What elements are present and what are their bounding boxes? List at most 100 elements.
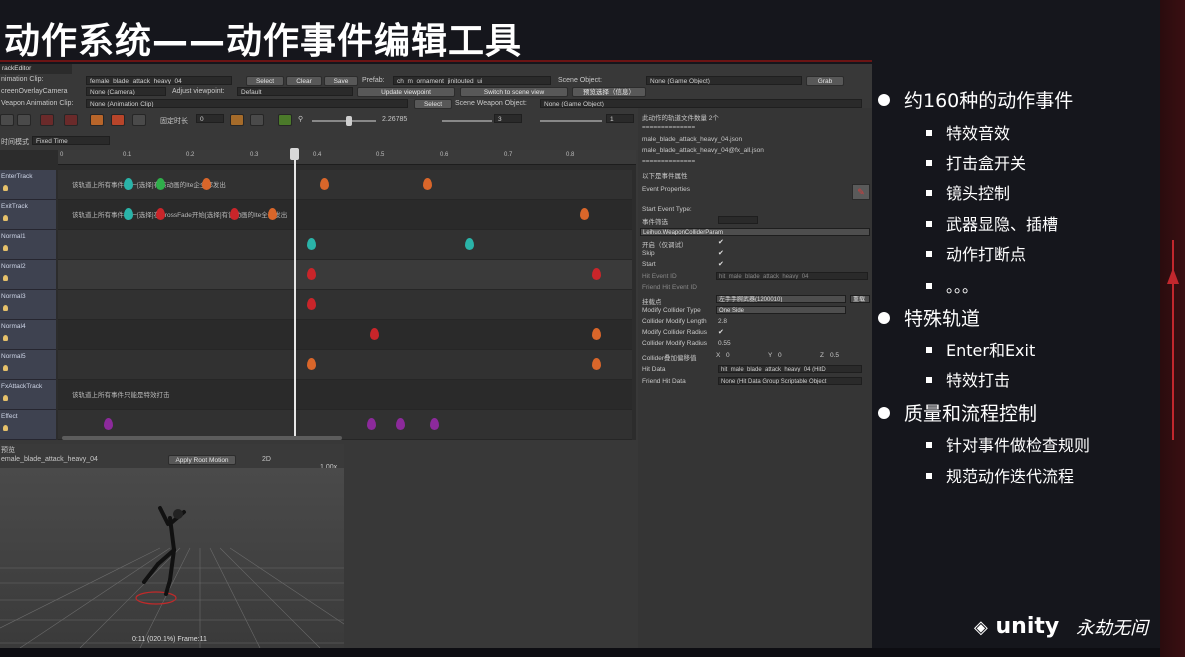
track-label-enter[interactable]: EnterTrack	[0, 170, 56, 200]
playhead[interactable]	[294, 148, 296, 438]
save-button[interactable]: Save	[324, 76, 358, 86]
play-btn[interactable]	[90, 114, 104, 126]
bulb-icon[interactable]	[3, 395, 8, 401]
warning-btn[interactable]	[230, 114, 244, 126]
track-normal2[interactable]	[58, 260, 632, 290]
event-type-select[interactable]: Leihuo.WeaponColliderParam	[640, 228, 870, 236]
timeline-area[interactable]: 0 0.1 0.2 0.3 0.4 0.5 0.6 0.7 0.8 EnterT…	[0, 150, 636, 440]
zoom-slider-handle[interactable]	[346, 116, 352, 126]
bulb-icon[interactable]	[3, 335, 8, 341]
adjust-viewpoint-select[interactable]: Default	[237, 87, 353, 96]
weapon-clip-field[interactable]: None (Animation Clip)	[86, 99, 408, 108]
event-marker[interactable]	[202, 178, 211, 190]
horizontal-scrollbar[interactable]	[62, 436, 342, 440]
event-filter-field[interactable]	[718, 216, 758, 224]
track-label-exit[interactable]: ExitTrack	[0, 200, 56, 230]
clear-button[interactable]: Clear	[286, 76, 322, 86]
track-normal5[interactable]	[58, 350, 632, 380]
end-slider-track[interactable]	[540, 120, 602, 122]
event-marker[interactable]	[430, 418, 439, 430]
track-fxattack[interactable]: 该轨道上所有事件只能是特效打击	[58, 380, 632, 410]
track-exit[interactable]: 该轨道上所有事件在一[选择]在CrossFade开始[选择]有该动画的Ite全部…	[58, 200, 632, 230]
animation-clip-field[interactable]: female_blade_attack_heavy_04	[86, 76, 232, 85]
event-marker[interactable]	[580, 208, 589, 220]
event-marker[interactable]	[465, 238, 474, 250]
event-marker[interactable]	[367, 418, 376, 430]
bulb-icon[interactable]	[3, 275, 8, 281]
event-marker[interactable]	[124, 208, 133, 220]
update-viewpoint-button[interactable]: Update viewpoint	[357, 87, 455, 97]
preview-viewport[interactable]: 0:11 (020.1%) Frame:11	[0, 468, 344, 648]
bulb-icon[interactable]	[3, 245, 8, 251]
track-label-normal5[interactable]: Normal5	[0, 350, 56, 380]
offset-z-value[interactable]: 0.5	[830, 352, 839, 359]
mode-2d-toggle[interactable]: 2D	[262, 456, 271, 463]
event-marker[interactable]	[320, 178, 329, 190]
tool-btn-2[interactable]	[17, 114, 31, 126]
stop-btn[interactable]	[111, 114, 125, 126]
apply-root-motion-button[interactable]: Apply Root Motion	[168, 455, 236, 465]
loop-btn[interactable]	[132, 114, 146, 126]
switch-scene-view-button[interactable]: Switch to scene view	[460, 87, 568, 97]
track-normal3[interactable]	[58, 290, 632, 320]
refresh-btn[interactable]	[278, 114, 292, 126]
modify-collider-radius-checkbox[interactable]: ✔	[718, 328, 724, 336]
collider-modify-length-value[interactable]: 2.8	[718, 318, 727, 325]
modify-collider-type-select[interactable]: One Side	[716, 306, 846, 314]
zoom-slider-track[interactable]	[312, 120, 376, 122]
grab-button[interactable]: Grab	[806, 76, 844, 86]
tool-btn-1[interactable]	[0, 114, 14, 126]
time-mode-select[interactable]: Fixed Time	[32, 136, 110, 145]
track-label-normal1[interactable]: Normal1	[0, 230, 56, 260]
event-marker[interactable]	[156, 178, 165, 190]
bulb-icon[interactable]	[3, 215, 8, 221]
hit-data-field[interactable]: hit_male_blade_attack_heavy_04 (HitD	[718, 365, 862, 373]
record-btn[interactable]	[40, 114, 54, 126]
collider-modify-radius-value[interactable]: 0.55	[718, 340, 731, 347]
undo-btn[interactable]	[250, 114, 264, 126]
bulb-icon[interactable]	[3, 365, 8, 371]
end-field[interactable]: 1	[606, 114, 634, 123]
event-marker[interactable]	[396, 418, 405, 430]
track-label-normal4[interactable]: Normal4	[0, 320, 56, 350]
record-btn-2[interactable]	[64, 114, 78, 126]
open-debug-checkbox[interactable]: ✔	[718, 238, 724, 246]
event-marker[interactable]	[592, 328, 601, 340]
track-enter[interactable]: 该轨道上所有事件在一[选择]有该动画的Ite企全部发出	[58, 170, 632, 200]
bulb-icon[interactable]	[3, 305, 8, 311]
select-weapon-button[interactable]: Select	[414, 99, 452, 109]
event-marker[interactable]	[307, 358, 316, 370]
event-marker[interactable]	[124, 178, 133, 190]
track-label-effect[interactable]: Effect	[0, 410, 56, 440]
track-label-fxattack[interactable]: FxAttackTrack	[0, 380, 56, 410]
track-normal4[interactable]	[58, 320, 632, 350]
fixed-duration-field[interactable]: 0	[196, 114, 224, 123]
friend-hit-data-field[interactable]: None (Hit Data Group Scriptable Object	[718, 377, 862, 385]
event-marker[interactable]	[307, 268, 316, 280]
track-normal1[interactable]	[58, 230, 632, 260]
camera-field[interactable]: None (Camera)	[86, 87, 166, 96]
event-marker[interactable]	[592, 268, 601, 280]
playhead-handle[interactable]	[290, 148, 299, 160]
scene-weapon-field[interactable]: None (Game Object)	[540, 99, 862, 108]
event-marker[interactable]	[307, 298, 316, 310]
offset-y-value[interactable]: 0	[778, 352, 782, 359]
event-marker[interactable]	[370, 328, 379, 340]
bulb-icon[interactable]	[3, 425, 8, 431]
event-marker[interactable]	[307, 238, 316, 250]
select-clip-button[interactable]: Select	[246, 76, 284, 86]
hit-event-id-field[interactable]: hit_male_blade_attack_heavy_04	[716, 272, 868, 280]
event-marker[interactable]	[230, 208, 239, 220]
track-label-normal3[interactable]: Normal3	[0, 290, 56, 320]
event-marker[interactable]	[423, 178, 432, 190]
attach-point-select[interactable]: 左手手腕武器(1200010)	[716, 295, 846, 303]
time-ruler[interactable]: 0 0.1 0.2 0.3 0.4 0.5 0.6 0.7 0.8	[58, 150, 636, 165]
preview-select-button[interactable]: 预览选择（信息）	[572, 87, 646, 97]
bulb-icon[interactable]	[3, 185, 8, 191]
event-marker[interactable]	[268, 208, 277, 220]
skip-checkbox[interactable]: ✔	[718, 249, 724, 257]
tab-track-editor[interactable]: rackEditor	[0, 64, 72, 74]
offset-x-value[interactable]: 0	[726, 352, 730, 359]
count-slider-track[interactable]	[442, 120, 492, 122]
prefab-field[interactable]: ch_m_ornament_jinitouted_ui	[393, 76, 551, 85]
